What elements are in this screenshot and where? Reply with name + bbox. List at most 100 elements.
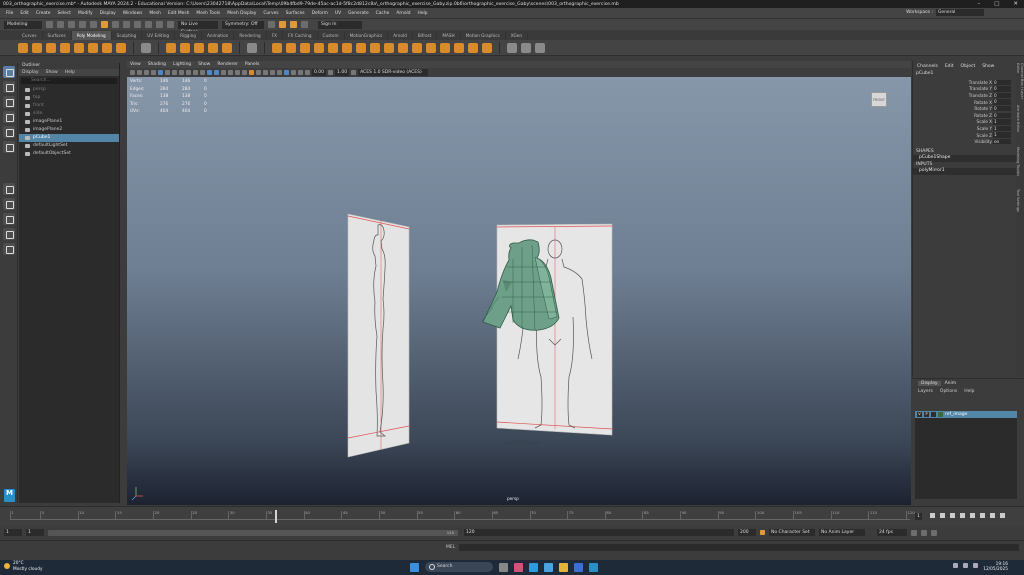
menu-surfaces[interactable]: Surfaces [286,11,305,16]
loop-icon[interactable] [921,529,927,536]
outliner-item-defaultobjectset[interactable]: defaultObjectSet [19,150,119,158]
menu-create[interactable]: Create [36,11,51,16]
step-back-key-icon[interactable] [940,513,945,518]
camera-select-icon[interactable] [130,70,135,75]
go-to-end-icon[interactable] [1000,513,1005,518]
anti-aliasing-icon[interactable] [263,70,268,75]
viewport-menu-lighting[interactable]: Lighting [173,62,191,67]
poly-sphere-icon[interactable] [18,42,28,53]
layer-tab-anim[interactable]: Anim [945,381,957,386]
live-surface-dropdown[interactable]: No Live Surface [178,20,218,35]
outliner-item-imageplane2[interactable]: imagePlane2 [19,126,119,134]
backface-culling-icon[interactable] [298,70,303,75]
play-forwards-icon[interactable] [970,513,975,518]
layer-menu-options[interactable]: Options [940,389,957,394]
channels-menu-edit[interactable]: Edit [945,64,954,69]
uv-editor-icon[interactable] [535,42,545,53]
shelf-tab-bifrost[interactable]: Bifrost [413,31,438,40]
image-plane-toggle-icon[interactable] [151,70,156,75]
outliner-item-persp[interactable]: persp [19,86,119,94]
layer-row-ref-image[interactable]: V P ref_image [915,411,1017,418]
menu-select[interactable]: Select [57,11,71,16]
side-tab-attribute-editor[interactable]: Attribute Editor [1016,105,1020,145]
poly-cube-icon[interactable] [32,42,42,53]
menu-uv[interactable]: UV [335,11,341,16]
save-scene-icon[interactable] [68,21,75,28]
four-view-layout-icon[interactable] [3,198,15,210]
attr-translate-y[interactable]: Translate Y0 [913,86,1016,93]
poly-pipe-icon[interactable] [180,42,190,53]
shelf-tab-rendering[interactable]: Rendering [234,31,267,40]
animation-start-field[interactable]: 1 [4,529,22,536]
render-icon[interactable] [279,21,286,28]
wireframe-on-shaded-icon[interactable] [221,70,226,75]
layer-tab-display[interactable]: Display [918,380,941,386]
snap-grid-icon[interactable] [134,21,141,28]
select-component-icon[interactable] [123,21,130,28]
menu-arnold[interactable]: Arnold [396,11,410,16]
chrome-browser-icon[interactable] [544,562,553,572]
planar-uv-icon[interactable] [507,42,517,53]
boolean-icon[interactable] [300,42,310,53]
layer-visibility-toggle[interactable]: V [917,412,922,417]
shelf-tab-arnold[interactable]: Arnold [388,31,413,40]
select-tool-icon[interactable] [3,66,15,78]
snap-view-icon[interactable] [167,21,174,28]
gamma-field[interactable]: 1.00 [335,69,350,76]
open-scene-icon[interactable] [57,21,64,28]
poly-cylinder-icon[interactable] [46,42,56,53]
colorspace-dropdown[interactable]: ACES 1.0 SDR-video (ACES) [358,69,429,76]
attr-rotate-z[interactable]: Rotate Z0 [913,112,1016,119]
menu-edit[interactable]: Edit [20,11,29,16]
mode-dropdown[interactable]: Modeling [4,20,42,29]
network-icon[interactable] [963,563,968,568]
time-slider[interactable]: 1 5 10 15 20 25 30 35 40 45 50 55 60 65 70 75 80 85 90 95 10… [0,506,1024,526]
step-forward-key-icon[interactable] [990,513,995,518]
outliner-item-top[interactable]: top [19,94,119,102]
select-hierarchy-icon[interactable] [101,21,108,28]
menu-edit-mesh[interactable]: Edit Mesh [168,11,189,16]
viewport-menu-shading[interactable]: Shading [148,62,166,67]
file-explorer-icon[interactable] [559,562,568,572]
side-tab-channel-box[interactable]: Channel Box / Layer Editor [1016,63,1024,103]
step-back-frame-icon[interactable] [950,513,955,518]
menu-windows[interactable]: Windows [123,11,143,16]
menu-modify[interactable]: Modify [78,11,93,16]
automatic-uv-icon[interactable] [521,42,531,53]
insert-edge-loop-icon[interactable] [440,42,450,53]
film-gate-icon[interactable] [165,70,170,75]
shelf-tab-fx-caching[interactable]: FX Caching [283,31,318,40]
exposure-field[interactable]: 0.00 [312,69,327,76]
key-tangent-icon[interactable] [911,529,917,536]
system-clock[interactable]: 19:16 12/05/2025 [983,562,1008,572]
shelf-tab-motion-graphics[interactable]: Motion Graphics [461,31,506,40]
current-frame-field[interactable]: 1 [915,513,922,520]
shelf-tab-sculpting[interactable]: Sculpting [112,31,143,40]
quad-draw-icon[interactable] [468,42,478,53]
extrude-icon[interactable] [328,42,338,53]
bookmark-icon[interactable] [144,70,149,75]
outliner-menu-show[interactable]: Show [46,70,58,75]
scale-tool-icon[interactable] [3,141,15,153]
shelf-tab-curves[interactable]: Curves [17,31,43,40]
ipr-render-icon[interactable] [290,21,297,28]
side-by-side-layout-icon[interactable] [3,213,15,225]
target-weld-icon[interactable] [426,42,436,53]
combine-icon[interactable] [247,42,257,53]
wireframe-icon[interactable] [207,70,212,75]
outliner-item-side[interactable]: side [19,110,119,118]
gate-mask-icon[interactable] [179,70,184,75]
gamma-icon[interactable] [328,70,334,75]
layer-menu-help[interactable]: Help [964,389,974,394]
motion-blur-icon[interactable] [256,70,261,75]
history-icon[interactable] [268,21,275,28]
poly-helix-icon[interactable] [222,42,232,53]
bridge-icon[interactable] [356,42,366,53]
smooth-icon[interactable] [286,42,296,53]
go-to-start-icon[interactable] [930,513,935,518]
task-view-icon[interactable] [499,562,508,572]
outliner-menu-help[interactable]: Help [65,70,75,75]
outliner-item-imageplane1[interactable]: imagePlane1 [19,118,119,126]
maximize-button[interactable]: □ [994,1,999,7]
playback-end-field[interactable]: 120 [464,529,734,536]
